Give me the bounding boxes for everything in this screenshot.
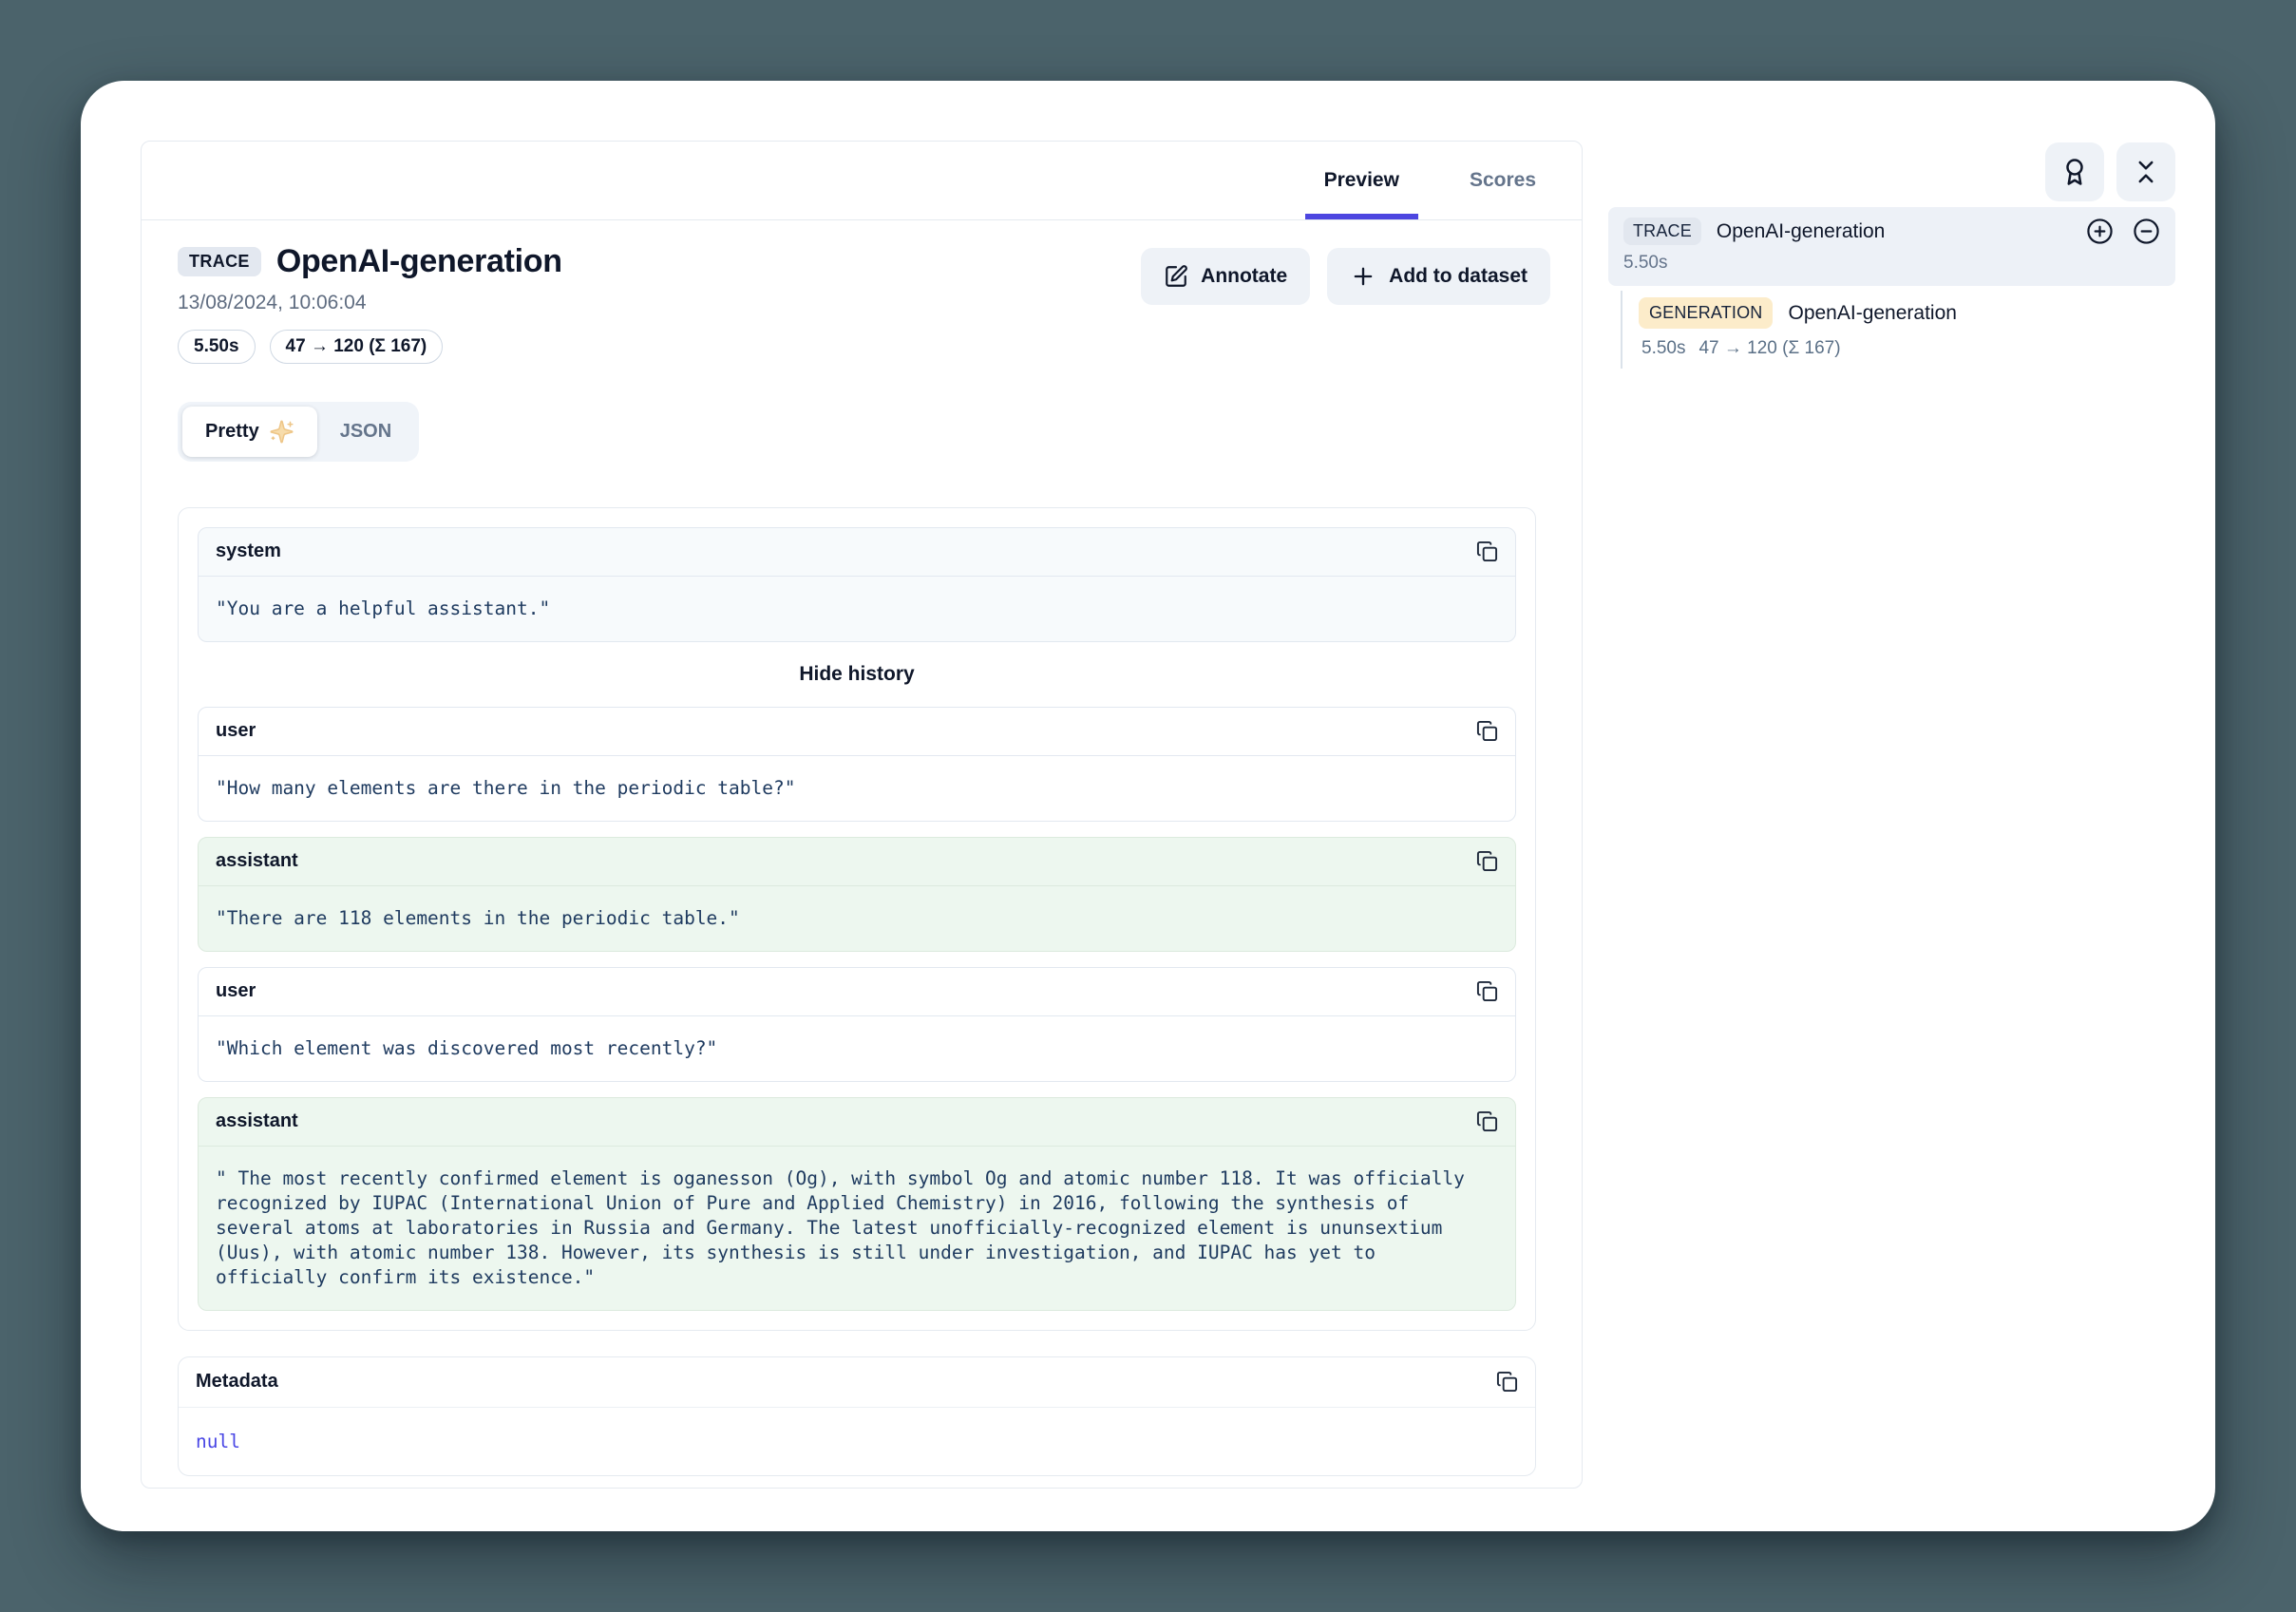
message-card-user: user "How many elements are there in the… xyxy=(198,707,1516,822)
generation-node-latency: 5.50s xyxy=(1641,338,1685,359)
message-content: "You are a helpful assistant." xyxy=(199,577,1515,641)
circle-plus-icon xyxy=(2086,218,2114,245)
tab-bar: Preview Scores xyxy=(142,142,1582,220)
metadata-label: Metadata xyxy=(196,1371,278,1393)
copy-button[interactable] xyxy=(1476,980,1498,1002)
copy-button[interactable] xyxy=(1476,540,1498,562)
token-usage-badge: 47 → 120 (Σ 167) xyxy=(270,330,444,364)
messages-container: system "You are a helpful assistant." Hi… xyxy=(178,507,1536,1331)
message-card-assistant: assistant "There are 118 elements in the… xyxy=(198,837,1516,952)
sparkles-icon xyxy=(269,419,294,445)
panel-content: TRACE OpenAI-generation 13/08/2024, 10:0… xyxy=(142,220,1582,1476)
award-icon xyxy=(2060,158,2089,186)
message-role-label: user xyxy=(216,720,256,742)
copy-button[interactable] xyxy=(1496,1371,1518,1393)
tab-preview[interactable]: Preview xyxy=(1305,142,1418,219)
chevrons-down-up-icon xyxy=(2132,158,2160,186)
square-pen-icon xyxy=(1164,264,1188,289)
trace-node-badge: TRACE xyxy=(1623,218,1701,245)
copy-icon xyxy=(1476,1110,1498,1132)
plus-icon xyxy=(1350,263,1376,290)
generation-node-badge: GENERATION xyxy=(1639,297,1773,329)
view-mode-toggle: Pretty JSON xyxy=(178,402,419,462)
expand-all-button[interactable] xyxy=(2086,218,2114,245)
message-role-label: user xyxy=(216,980,256,1002)
trace-detail-window: Preview Scores TRACE OpenAI-generation 1… xyxy=(81,81,2215,1531)
message-content: " The most recently confirmed element is… xyxy=(199,1147,1515,1310)
message-role-label: assistant xyxy=(216,1110,298,1132)
page-title: OpenAI-generation xyxy=(276,243,562,280)
hide-history-button[interactable]: Hide history xyxy=(789,659,923,690)
circle-minus-icon xyxy=(2133,218,2160,245)
generation-node-title: OpenAI-generation xyxy=(1788,302,1956,325)
trace-node-title: OpenAI-generation xyxy=(1717,220,2071,243)
copy-button[interactable] xyxy=(1476,1110,1498,1132)
metadata-value: null xyxy=(179,1408,1535,1475)
trace-tree-sidebar: TRACE OpenAI-generation 5.50s GENERATION… xyxy=(1608,142,2175,369)
toggle-pretty-label: Pretty xyxy=(205,421,259,443)
add-to-dataset-button-label: Add to dataset xyxy=(1389,265,1528,288)
copy-icon xyxy=(1476,720,1498,742)
trace-type-badge: TRACE xyxy=(178,247,261,276)
message-card-user: user "Which element was discovered most … xyxy=(198,967,1516,1082)
annotation-queue-button[interactable] xyxy=(2045,142,2104,201)
metadata-card: Metadata null xyxy=(178,1356,1536,1476)
toggle-json[interactable]: JSON xyxy=(317,407,414,457)
trace-actions: Annotate Add to dataset xyxy=(1141,248,1550,305)
trace-stats: 5.50s 47 → 120 (Σ 167) xyxy=(178,330,562,364)
tree-node-generation[interactable]: GENERATION OpenAI-generation 5.50s 47 → … xyxy=(1621,291,2175,369)
message-content: "Which element was discovered most recen… xyxy=(199,1016,1515,1081)
message-card-assistant: assistant " The most recently confirmed … xyxy=(198,1097,1516,1311)
toggle-pretty[interactable]: Pretty xyxy=(182,407,317,457)
generation-node-tokens: 47 → 120 (Σ 167) xyxy=(1698,338,1840,359)
latency-badge: 5.50s xyxy=(178,330,256,364)
trace-node-latency: 5.50s xyxy=(1623,253,2160,274)
copy-button[interactable] xyxy=(1476,850,1498,872)
message-content: "How many elements are there in the peri… xyxy=(199,756,1515,821)
copy-icon xyxy=(1476,850,1498,872)
message-role-label: assistant xyxy=(216,850,298,872)
preview-panel: Preview Scores TRACE OpenAI-generation 1… xyxy=(141,141,1583,1489)
copy-icon xyxy=(1476,540,1498,562)
collapse-all-button[interactable] xyxy=(2133,218,2160,245)
trace-header: TRACE OpenAI-generation 13/08/2024, 10:0… xyxy=(178,243,1550,364)
annotate-button-label: Annotate xyxy=(1201,265,1287,288)
message-content: "There are 118 elements in the periodic … xyxy=(199,886,1515,951)
copy-icon xyxy=(1496,1371,1518,1393)
trace-timestamp: 13/08/2024, 10:06:04 xyxy=(178,292,562,314)
sidebar-toolbar xyxy=(1608,142,2175,201)
tab-scores[interactable]: Scores xyxy=(1451,142,1555,219)
copy-button[interactable] xyxy=(1476,720,1498,742)
collapse-panel-button[interactable] xyxy=(2116,142,2175,201)
annotate-button[interactable]: Annotate xyxy=(1141,248,1310,305)
message-role-label: system xyxy=(216,540,281,562)
add-to-dataset-button[interactable]: Add to dataset xyxy=(1327,248,1550,305)
trace-header-left: TRACE OpenAI-generation 13/08/2024, 10:0… xyxy=(178,243,562,364)
tree-node-trace[interactable]: TRACE OpenAI-generation 5.50s xyxy=(1608,207,2175,286)
message-card-system: system "You are a helpful assistant." xyxy=(198,527,1516,642)
copy-icon xyxy=(1476,980,1498,1002)
